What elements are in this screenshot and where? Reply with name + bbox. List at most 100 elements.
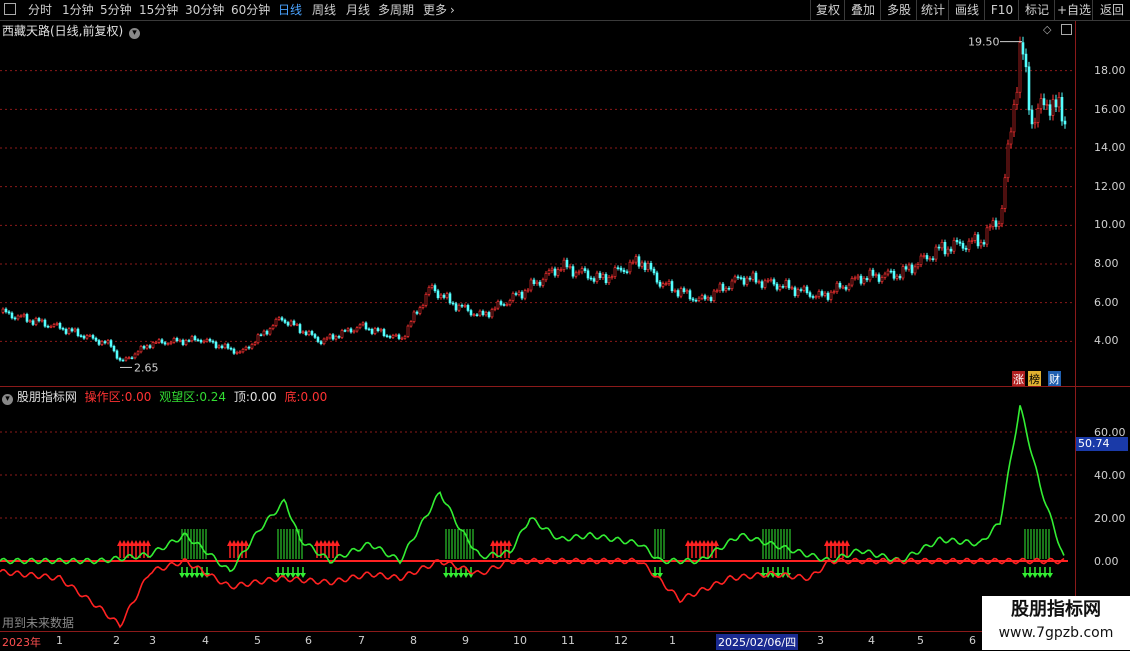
candle-body <box>304 331 308 335</box>
green-signal-arrowhead <box>443 573 449 578</box>
candle-body <box>829 291 833 300</box>
candle-body <box>169 341 173 344</box>
candle-body <box>862 278 866 284</box>
chart-canvas[interactable]: 19.50 2.65 <box>0 0 1075 631</box>
candle-body <box>475 314 479 317</box>
candle-body <box>433 285 437 292</box>
candle-body <box>883 273 887 278</box>
candle-body <box>391 335 395 338</box>
candle-body <box>430 285 434 288</box>
candle-body <box>889 270 893 273</box>
candle-body <box>445 293 449 298</box>
candle-body <box>580 268 584 273</box>
candle-body <box>667 281 671 284</box>
red-signal-arrowhead <box>713 540 719 546</box>
candle-body <box>193 336 197 341</box>
candle-body <box>205 338 209 342</box>
x-label: 6 <box>969 634 976 647</box>
candle-body <box>661 283 665 287</box>
candle-body <box>136 351 140 355</box>
candle-body <box>967 240 971 250</box>
candle-body <box>1000 208 1004 225</box>
candle-body <box>1030 109 1034 125</box>
candle-body <box>157 339 161 343</box>
price-tick: 16.00 <box>1094 103 1126 116</box>
candle-body <box>442 294 446 298</box>
candle-body <box>307 331 311 335</box>
candle-body <box>166 343 170 345</box>
price-tick: 10.00 <box>1094 218 1126 231</box>
candle-body <box>388 336 392 338</box>
watch-zone-line <box>0 405 1065 573</box>
candle-body <box>73 328 77 332</box>
candle-body <box>394 334 398 337</box>
candle-body <box>796 289 800 296</box>
x-label: 3 <box>149 634 156 647</box>
candle-body <box>937 246 941 249</box>
candle-body <box>358 324 362 329</box>
green-signal-arrowhead <box>179 573 185 578</box>
x-label: 5 <box>254 634 261 647</box>
candle-body <box>997 223 1001 227</box>
candle-body <box>823 292 827 296</box>
candle-body <box>568 266 572 268</box>
indicator-tick: 40.00 <box>1094 469 1126 482</box>
candle-body <box>817 291 821 297</box>
candle-body <box>286 322 290 326</box>
candle-body <box>499 301 503 305</box>
candle-body <box>514 293 518 295</box>
candle-body <box>583 268 587 272</box>
candle-body <box>142 346 146 349</box>
candle-body <box>961 243 965 249</box>
candle-body <box>763 280 767 288</box>
candle-body <box>718 283 722 292</box>
candle-body <box>13 317 17 320</box>
candle-body <box>562 259 566 270</box>
candle-body <box>76 328 80 336</box>
candle-body <box>805 286 809 293</box>
candle-body <box>526 289 530 292</box>
candle-body <box>565 259 569 268</box>
candle-body <box>601 274 605 279</box>
candle-body <box>511 293 515 301</box>
candle-body <box>766 279 770 282</box>
candle-body <box>490 309 494 318</box>
candle-body <box>343 330 347 332</box>
candle-body <box>175 338 179 342</box>
candle-body <box>808 292 812 297</box>
candle-body <box>940 241 944 249</box>
green-signal-arrowhead <box>1042 573 1048 578</box>
candle-body <box>838 282 842 288</box>
back-button[interactable]: 返回 <box>1092 0 1130 20</box>
candle-body <box>460 304 464 307</box>
candle-body <box>559 269 563 271</box>
candle-body <box>853 277 857 280</box>
candle-body <box>610 276 614 278</box>
candle-body <box>913 266 917 274</box>
candle-body <box>28 320 32 323</box>
candle-body <box>832 291 836 294</box>
green-signal-arrowhead <box>448 573 454 578</box>
candle-body <box>826 292 830 300</box>
candle-body <box>922 255 926 257</box>
candle-body <box>88 335 92 337</box>
candle-body <box>238 351 242 354</box>
candle-body <box>547 270 551 274</box>
green-signal-arrowhead <box>194 573 200 578</box>
watermark-logo: 股朋指标网 www.7gpzb.com <box>982 596 1130 650</box>
candle-body <box>979 242 983 247</box>
candle-body <box>454 303 458 311</box>
candle-body <box>703 295 707 300</box>
candle-body <box>43 319 47 327</box>
candle-body <box>385 335 389 337</box>
candle-body <box>316 337 320 342</box>
candle-body <box>1021 42 1025 55</box>
candle-body <box>181 339 185 345</box>
candle-body <box>772 279 776 285</box>
x-label: 5 <box>917 634 924 647</box>
candle-body <box>58 323 62 329</box>
candle-body <box>616 267 620 270</box>
candle-body <box>268 328 272 335</box>
candle-body <box>604 274 608 284</box>
candle-body <box>781 286 785 288</box>
